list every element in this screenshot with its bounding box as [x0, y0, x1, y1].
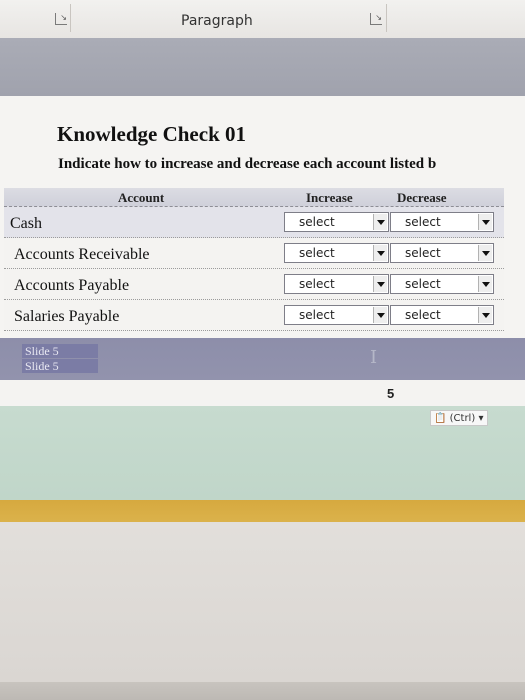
- chevron-down-icon[interactable]: [478, 276, 492, 292]
- slide-header-band: [0, 38, 525, 96]
- chevron-down-icon[interactable]: [478, 307, 492, 323]
- select-value: select: [405, 277, 441, 291]
- table-row: Accounts Payable select select: [4, 269, 504, 300]
- chevron-down-icon[interactable]: [373, 307, 387, 323]
- account-name: Cash: [10, 215, 42, 232]
- chevron-down-icon[interactable]: [373, 245, 387, 261]
- decrease-select[interactable]: select: [390, 274, 494, 294]
- slide-tag: Slide 5: [22, 359, 98, 373]
- page-number: 5: [387, 386, 395, 401]
- chevron-down-icon[interactable]: [373, 276, 387, 292]
- column-header-account: Account: [118, 190, 165, 205]
- paste-options-label: (Ctrl): [449, 413, 476, 424]
- select-value: select: [299, 215, 335, 229]
- account-table: Account Increase Decrease Cash select se…: [4, 188, 504, 331]
- table-header: Account Increase Decrease: [4, 188, 504, 207]
- column-header-decrease: Decrease: [397, 190, 447, 205]
- document-bottom: [0, 522, 525, 700]
- select-value: select: [405, 246, 441, 260]
- increase-select[interactable]: select: [284, 212, 389, 232]
- increase-select[interactable]: select: [284, 305, 389, 325]
- increase-select[interactable]: select: [284, 274, 389, 294]
- ibeam-cursor-icon: I: [370, 347, 378, 368]
- select-value: select: [299, 277, 335, 291]
- select-value: select: [405, 308, 441, 322]
- column-header-increase: Increase: [306, 190, 353, 205]
- slide-title: Knowledge Check 01: [57, 122, 246, 146]
- orange-band: [0, 500, 525, 522]
- paste-options-button[interactable]: 📋 (Ctrl) ▾: [430, 410, 488, 426]
- chevron-down-icon[interactable]: [478, 245, 492, 261]
- taskbar: [0, 682, 525, 700]
- account-name: Salaries Payable: [14, 308, 120, 325]
- paragraph-dialog-launcher-icon[interactable]: ↘: [370, 13, 382, 25]
- decrease-select[interactable]: select: [390, 212, 494, 232]
- dialog-launcher-icon[interactable]: ↘: [55, 13, 67, 25]
- chevron-down-icon: ▾: [478, 413, 484, 424]
- increase-select[interactable]: select: [284, 243, 389, 263]
- chevron-down-icon[interactable]: [373, 214, 387, 230]
- paragraph-group-label: Paragraph: [181, 13, 253, 29]
- select-value: select: [405, 215, 441, 229]
- select-value: select: [299, 308, 335, 322]
- decrease-select[interactable]: select: [390, 243, 494, 263]
- decrease-select[interactable]: select: [390, 305, 494, 325]
- chevron-down-icon[interactable]: [478, 214, 492, 230]
- select-value: select: [299, 246, 335, 260]
- table-row: Cash select select: [4, 207, 504, 238]
- slide-tag: Slide 5: [22, 344, 98, 358]
- page-area: [0, 380, 525, 406]
- table-row: Salaries Payable select select: [4, 300, 504, 331]
- account-name: Accounts Payable: [14, 277, 130, 294]
- clipboard-icon: 📋: [434, 413, 447, 424]
- table-row: Accounts Receivable select select: [4, 238, 504, 269]
- slide-instructions: Indicate how to increase and decrease ea…: [58, 156, 437, 172]
- account-name: Accounts Receivable: [14, 246, 150, 263]
- ribbon: ↘ Paragraph ↘: [0, 0, 525, 39]
- ribbon-group-separator: [386, 4, 387, 32]
- ribbon-group-separator: [70, 4, 71, 32]
